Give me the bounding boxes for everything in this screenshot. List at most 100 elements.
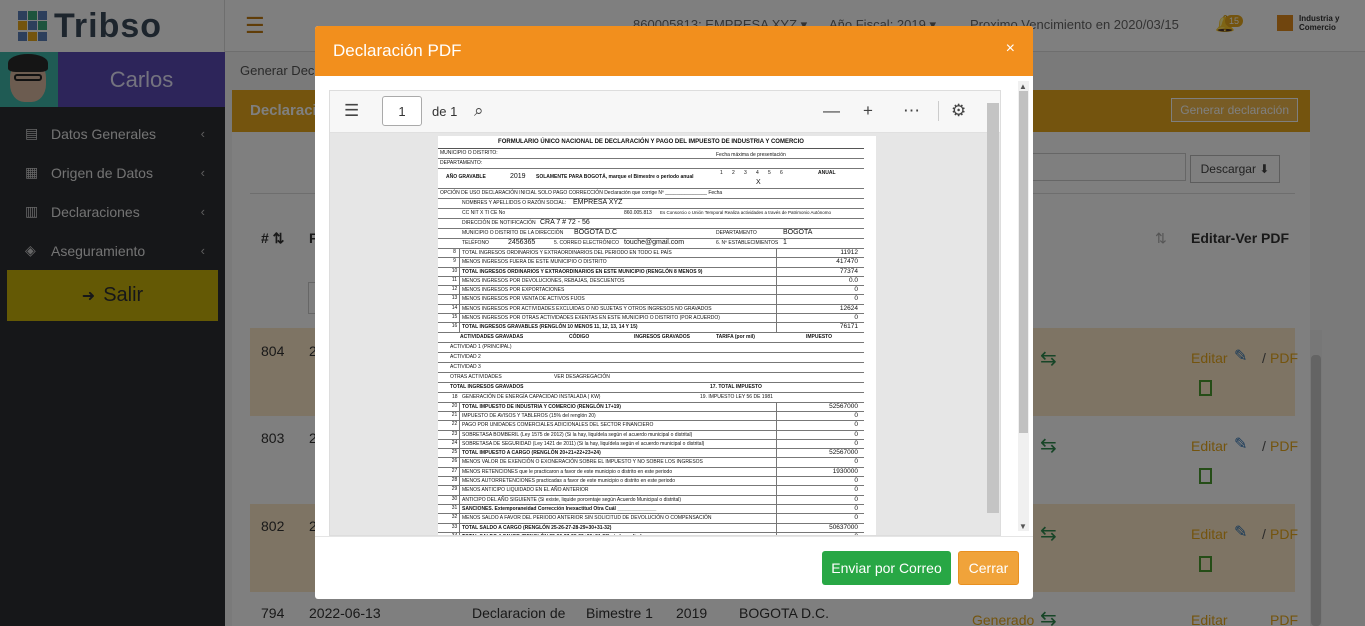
form-line-value: 0 <box>854 486 858 494</box>
form-telefono: 2456365 <box>508 239 536 246</box>
form-line-number: 11 <box>450 276 460 286</box>
form-line-label: MENOS SALDO A FAVOR DEL PERIODO ANTERIOR… <box>462 515 712 522</box>
form-line-label: SOBRETASA BOMBERIL (Ley 1575 de 2012) (S… <box>462 431 693 438</box>
form-line-value: 0 <box>854 458 858 466</box>
form-line: 13 MENOS INGRESOS POR VENTA DE ACTIVOS FI… <box>438 295 864 305</box>
form-line-value: 0 <box>854 495 858 503</box>
form-column-divider <box>776 504 777 514</box>
form-line-number: 8 <box>450 249 460 258</box>
form-column-divider <box>776 411 777 421</box>
form-line: 23 SOBRETASA BOMBERIL (Ley 1575 de 2012) … <box>438 430 864 440</box>
toolbar-divider <box>938 101 939 121</box>
ver-desagregacion: VER DESAGREGACIÓN <box>554 373 610 380</box>
form-line-label: MENOS INGRESOS POR OTRAS ACTIVIDADES EXE… <box>462 315 720 322</box>
form-line-number: 14 <box>450 304 460 314</box>
more-options-icon[interactable]: ⋯ <box>903 101 920 121</box>
form-column-divider <box>776 314 777 323</box>
viewer-scrollbar[interactable] <box>987 103 999 513</box>
form-line-number: 32 <box>450 514 460 523</box>
form-line-number: 9 <box>450 258 460 267</box>
form-municipio-dir: BOGOTA D.C <box>574 229 618 236</box>
form-column-divider <box>776 258 777 267</box>
form-line-number: 10 <box>450 267 460 276</box>
form-column-divider <box>776 467 777 477</box>
scroll-up-icon[interactable]: ▲ <box>1019 82 1027 91</box>
form-line: 10 TOTAL INGRESOS ORDINARIOS Y EXTRAORDIN… <box>438 267 864 277</box>
form-column-divider <box>776 449 777 458</box>
form-line-number: 13 <box>450 295 460 304</box>
form-line-value: 77374 <box>839 267 858 275</box>
form-ano-value: 2019 <box>510 173 526 180</box>
form-line-value: 0 <box>854 411 858 419</box>
form-column-divider <box>776 323 777 332</box>
form-column-divider <box>776 286 777 295</box>
activity-row: ACTIVIDAD 2 <box>450 353 481 360</box>
form-line: 32 MENOS SALDO A FAVOR DEL PERIODO ANTERI… <box>438 514 864 524</box>
send-email-button[interactable]: Enviar por Correo <box>822 551 951 585</box>
scroll-down-icon[interactable]: ▼ <box>1019 522 1027 531</box>
pdf-page: FORMULARIO ÚNICO NACIONAL DE DECLARACIÓN… <box>438 136 876 535</box>
outline-icon[interactable]: ☰ <box>344 101 359 121</box>
form-line-label: SOBRETASA DE SEGURIDAD (Ley 1421 de 2011… <box>462 440 705 447</box>
ley56: 19. IMPUESTO LEY 56 DE 1981 <box>700 393 773 400</box>
form-nit: 860.005.813 <box>624 210 652 216</box>
form-line-number: 26 <box>450 458 460 467</box>
form-ano-label: AÑO GRAVABLE <box>446 174 486 180</box>
form-direccion-label: DIRECCIÓN DE NOTIFICACIÓN <box>462 220 536 226</box>
form-line-label: SANCIONES. Extemporaneidad Corrección In… <box>462 505 657 512</box>
form-direccion: CRA 7 # 72 - 56 <box>540 219 590 226</box>
form-line-value: 50637000 <box>829 523 858 531</box>
form-column-divider <box>776 421 777 430</box>
form-line-label: MENOS AUTORRETENCIONES practicadas a fav… <box>462 478 676 485</box>
form-nombre-label: NOMBRES Y APELLIDOS O RAZÓN SOCIAL: <box>462 200 567 206</box>
form-column-divider <box>776 477 777 486</box>
form-column-divider <box>776 495 777 504</box>
form-line-number: 12 <box>450 286 460 295</box>
form-column-divider <box>776 486 777 495</box>
modal-scrollbar-thumb[interactable] <box>1019 91 1028 433</box>
activity-header: INGRESOS GRAVADOS <box>634 333 690 340</box>
form-line-number: 31 <box>450 504 460 514</box>
zoom-out-icon[interactable]: — <box>823 101 840 121</box>
form-period-anual: ANUAL <box>818 170 836 176</box>
form-telefono-label: TELÉFONO <box>462 240 489 246</box>
page-number-input[interactable]: 1 <box>382 96 422 126</box>
form-correo-label: 5. CORREO ELECTRÓNICO <box>554 240 620 246</box>
energia-line: GENERACIÓN DE ENERGÍA CAPACIDAD INSTALAD… <box>462 393 601 400</box>
form-column-divider <box>776 402 777 411</box>
form-municipio-dir-label: MUNICIPIO O DISTRITO DE LA DIRECCIÓN <box>462 230 564 236</box>
form-column-divider <box>776 295 777 304</box>
form-line-value: 417470 <box>836 258 858 266</box>
form-line-number: 27 <box>450 467 460 477</box>
form-line-number: 23 <box>450 430 460 439</box>
modal-footer: Enviar por Correo Cerrar <box>315 536 1033 599</box>
form-period-1: 1 <box>720 170 723 176</box>
form-line-value: 0 <box>854 514 858 522</box>
activity-header: CÓDIGO <box>569 333 590 340</box>
form-nombre: EMPRESA XYZ <box>573 199 623 206</box>
form-line-value: 0 <box>854 314 858 322</box>
form-line-label: ANTICIPO DEL AÑO SIGUIENTE (Si existe, l… <box>462 496 682 503</box>
form-depto: BOGOTA <box>783 229 813 236</box>
form-line-label: PAGO POR UNIDADES COMERCIALES ADICIONALE… <box>462 422 654 429</box>
pdf-toolbar: ☰ 1 de 1 ⌕ — + ⋯ ⚙ <box>330 91 1000 133</box>
form-line-label: MENOS INGRESOS POR DEVOLUCIONES, REBAJAS… <box>462 277 625 284</box>
zoom-in-icon[interactable]: + <box>863 101 873 121</box>
form-line: 24 SOBRETASA DE SEGURIDAD (Ley 1421 de 20… <box>438 439 864 450</box>
form-line-number: 20 <box>450 402 460 411</box>
form-column-divider <box>776 523 777 532</box>
form-line: 26 MENOS VALOR DE EXENCIÓN O EXONERACIÓN … <box>438 458 864 468</box>
form-column-divider <box>776 458 777 467</box>
form-column-divider <box>776 249 777 258</box>
search-icon[interactable]: ⌕ <box>474 101 484 121</box>
close-icon[interactable]: × <box>1006 40 1015 58</box>
close-button[interactable]: Cerrar <box>958 551 1019 585</box>
form-line: 30 ANTICIPO DEL AÑO SIGUIENTE (Si existe,… <box>438 495 864 505</box>
form-column-divider <box>776 304 777 314</box>
form-line-number: 30 <box>450 495 460 504</box>
settings-icon[interactable]: ⚙ <box>951 101 966 121</box>
activity-row: ACTIVIDAD 3 <box>450 363 481 370</box>
activity-row: OTRAS ACTIVIDADES <box>450 373 502 380</box>
form-line-label: TOTAL IMPUESTO DE INDUSTRIA Y COMERCIO (… <box>462 403 621 410</box>
form-line: 22 PAGO POR UNIDADES COMERCIALES ADICIONA… <box>438 421 864 431</box>
